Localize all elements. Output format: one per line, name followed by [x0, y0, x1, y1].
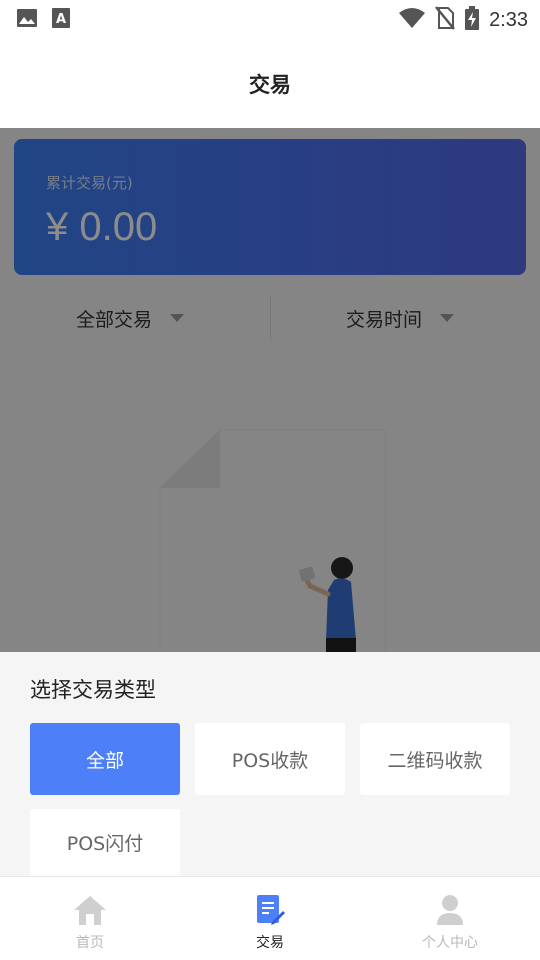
- tab-home[interactable]: 首页: [0, 877, 180, 960]
- transaction-type-sheet: 选择交易类型 全部 POS收款 二维码收款 POS闪付: [0, 652, 540, 876]
- image-icon: [16, 8, 38, 32]
- person-icon: [433, 893, 467, 927]
- battery-charging-icon: [465, 6, 480, 34]
- tab-home-label: 首页: [76, 935, 104, 951]
- page-title: 交易: [249, 73, 291, 97]
- option-all[interactable]: 全部: [30, 723, 180, 795]
- page-header: 交易: [0, 36, 540, 128]
- no-sim-icon: [435, 6, 456, 34]
- svg-text:A: A: [56, 12, 66, 27]
- sheet-title: 选择交易类型: [30, 678, 156, 702]
- text-a-icon: A: [52, 8, 70, 32]
- document-edit-icon: [253, 893, 287, 927]
- bottom-tab-bar: 首页 交易 个人中心: [0, 876, 540, 960]
- tab-profile[interactable]: 个人中心: [360, 877, 540, 960]
- option-pos-quickpass[interactable]: POS闪付: [30, 809, 180, 876]
- tab-transactions-label: 交易: [256, 935, 284, 951]
- tab-profile-label: 个人中心: [422, 935, 478, 951]
- status-time: 2:33: [489, 8, 528, 31]
- wifi-icon: [399, 7, 426, 33]
- home-icon: [73, 893, 107, 927]
- option-pos-payment[interactable]: POS收款: [195, 723, 345, 795]
- option-qr-payment[interactable]: 二维码收款: [360, 723, 510, 795]
- status-bar: A 2:33: [0, 0, 540, 36]
- tab-transactions[interactable]: 交易: [180, 877, 360, 960]
